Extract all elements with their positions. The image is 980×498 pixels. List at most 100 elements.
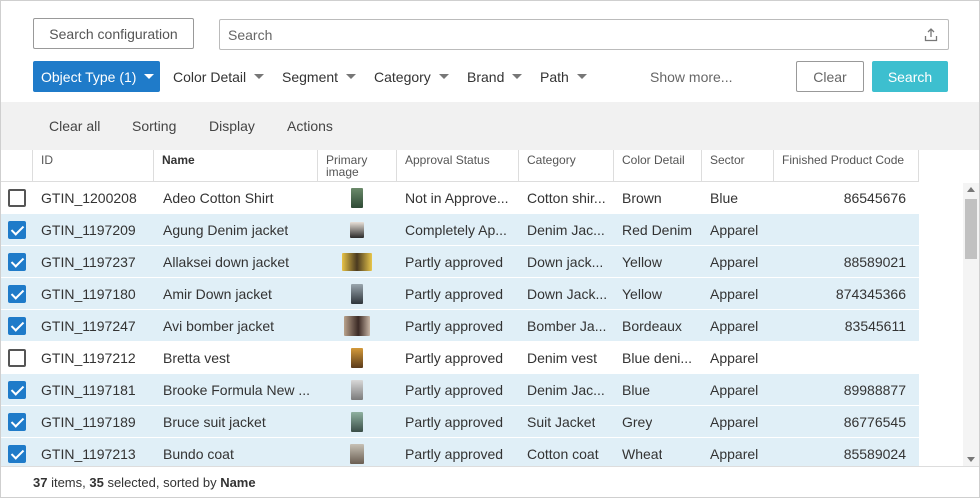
row-checkbox[interactable]	[8, 349, 26, 367]
scrollbar-thumb[interactable]	[965, 199, 977, 259]
table-row[interactable]: GTIN_1197212 Bretta vest Partly approved De…	[1, 342, 919, 374]
cell-sector: Apparel	[710, 318, 759, 334]
vertical-scrollbar[interactable]	[963, 183, 979, 466]
toolbar: Clear all Sorting Display Actions	[1, 102, 979, 150]
scroll-down-arrow-icon[interactable]	[967, 457, 975, 462]
cell-finished-product-code: 83545611	[844, 318, 906, 334]
search-configuration-button[interactable]: Search configuration	[33, 18, 194, 49]
cell-category: Denim Jac...	[527, 222, 605, 238]
cell-category: Down Jack...	[527, 286, 608, 302]
column-header-name[interactable]: Name	[153, 150, 317, 182]
actions-button[interactable]: Actions	[287, 102, 333, 150]
cell-name[interactable]: Brooke Formula New ...	[163, 374, 313, 406]
cell-finished-product-code: 88589021	[843, 254, 906, 270]
cell-approval-status: Partly approved	[405, 414, 504, 430]
cell-id: GTIN_1197181	[41, 382, 136, 398]
filter-path[interactable]: Path	[540, 61, 587, 92]
row-checkbox[interactable]	[8, 413, 26, 431]
cell-approval-status: Not in Approve...	[405, 190, 509, 206]
filter-color-detail[interactable]: Color Detail	[173, 61, 265, 92]
scroll-up-arrow-icon[interactable]	[967, 187, 975, 192]
cell-name[interactable]: Bruce suit jacket	[163, 406, 313, 438]
table-row[interactable]: GTIN_1197180 Amir Down jacket Partly appro…	[1, 278, 919, 310]
column-header-color-detail[interactable]: Color Detail	[613, 150, 701, 182]
primary-image-thumbnail[interactable]	[344, 316, 370, 336]
app-window: Search configuration Object Type (1) Col…	[0, 0, 980, 498]
cell-approval-status: Partly approved	[405, 446, 504, 462]
cell-sector: Apparel	[710, 382, 759, 398]
cell-name[interactable]: Allaksei down jacket	[163, 246, 313, 278]
display-button[interactable]: Display	[209, 102, 255, 150]
cell-color-detail: Brown	[622, 190, 662, 206]
search-box[interactable]	[219, 19, 949, 50]
cell-sector: Apparel	[710, 286, 759, 302]
results-table: ID Name Primary image Approval Status Ca…	[1, 150, 963, 466]
table-row[interactable]: GTIN_1197209 Agung Denim jacket Completely…	[1, 214, 919, 246]
cell-name[interactable]: Amir Down jacket	[163, 278, 313, 310]
table-row[interactable]: GTIN_1197237 Allaksei down jacket Partly a…	[1, 246, 919, 278]
column-header-id[interactable]: ID	[32, 150, 153, 182]
chevron-down-icon	[254, 74, 265, 79]
filter-segment[interactable]: Segment	[282, 61, 357, 92]
cell-color-detail: Bordeaux	[622, 318, 682, 334]
cell-id: GTIN_1197247	[41, 318, 136, 334]
column-header-sector[interactable]: Sector	[701, 150, 773, 182]
cell-sector: Blue	[710, 190, 739, 206]
filter-object-type[interactable]: Object Type (1)	[33, 61, 160, 92]
row-checkbox[interactable]	[8, 381, 26, 399]
primary-image-thumbnail[interactable]	[351, 188, 363, 208]
row-checkbox[interactable]	[8, 253, 26, 271]
chevron-down-icon	[438, 74, 449, 79]
cell-category: Down jack...	[527, 254, 604, 270]
chevron-down-icon	[144, 74, 155, 79]
row-checkbox[interactable]	[8, 221, 26, 239]
cell-category: Cotton coat	[527, 446, 599, 462]
row-checkbox[interactable]	[8, 189, 26, 207]
column-header-primary-image[interactable]: Primary image	[317, 150, 396, 182]
total-count: 37	[33, 475, 48, 490]
table-row[interactable]: GTIN_1197247 Avi bomber jacket Partly appr…	[1, 310, 919, 342]
primary-image-thumbnail[interactable]	[350, 222, 364, 238]
search-input[interactable]	[228, 20, 908, 49]
upload-icon[interactable]	[924, 28, 938, 42]
table-row[interactable]: GTIN_1200208 Adeo Cotton Shirt Not in Appr…	[1, 182, 919, 214]
primary-image-thumbnail[interactable]	[351, 412, 363, 432]
cell-color-detail: Blue deni...	[622, 350, 693, 366]
cell-color-detail: Yellow	[622, 286, 662, 302]
primary-image-thumbnail[interactable]	[351, 380, 363, 400]
primary-image-thumbnail[interactable]	[351, 348, 363, 368]
cell-id: GTIN_1197237	[41, 254, 136, 270]
cell-name[interactable]: Bundo coat	[163, 438, 313, 466]
cell-color-detail: Yellow	[622, 254, 662, 270]
cell-name[interactable]: Avi bomber jacket	[163, 310, 313, 342]
primary-image-thumbnail[interactable]	[350, 444, 364, 464]
row-checkbox[interactable]	[8, 317, 26, 335]
cell-color-detail: Grey	[622, 414, 653, 430]
clear-button[interactable]: Clear	[796, 61, 864, 92]
table-row[interactable]: GTIN_1197189 Bruce suit jacket Partly appr…	[1, 406, 919, 438]
search-button[interactable]: Search	[872, 61, 948, 92]
cell-name[interactable]: Adeo Cotton Shirt	[163, 182, 313, 214]
cell-category: Suit Jacket	[527, 414, 596, 430]
primary-image-thumbnail[interactable]	[342, 253, 372, 271]
cell-approval-status: Partly approved	[405, 382, 504, 398]
show-more-link[interactable]: Show more...	[650, 61, 732, 92]
filter-category[interactable]: Category	[374, 61, 449, 92]
cell-name[interactable]: Bretta vest	[163, 342, 313, 374]
cell-id: GTIN_1197180	[41, 286, 136, 302]
table-row[interactable]: GTIN_1197181 Brooke Formula New ... Partly…	[1, 374, 919, 406]
column-header-category[interactable]: Category	[518, 150, 613, 182]
sorting-button[interactable]: Sorting	[132, 102, 176, 150]
cell-id: GTIN_1197212	[41, 350, 136, 366]
primary-image-thumbnail[interactable]	[351, 284, 363, 304]
column-header-approval-status[interactable]: Approval Status	[396, 150, 518, 182]
cell-sector: Apparel	[710, 446, 759, 462]
cell-name[interactable]: Agung Denim jacket	[163, 214, 313, 246]
cell-sector: Apparel	[710, 414, 759, 430]
table-row[interactable]: GTIN_1197213 Bundo coat Partly approved Cot…	[1, 438, 919, 466]
clear-all-button[interactable]: Clear all	[49, 102, 100, 150]
filter-brand[interactable]: Brand	[467, 61, 523, 92]
row-checkbox[interactable]	[8, 445, 26, 463]
row-checkbox[interactable]	[8, 285, 26, 303]
column-header-finished-product-code[interactable]: Finished Product Code	[773, 150, 919, 182]
